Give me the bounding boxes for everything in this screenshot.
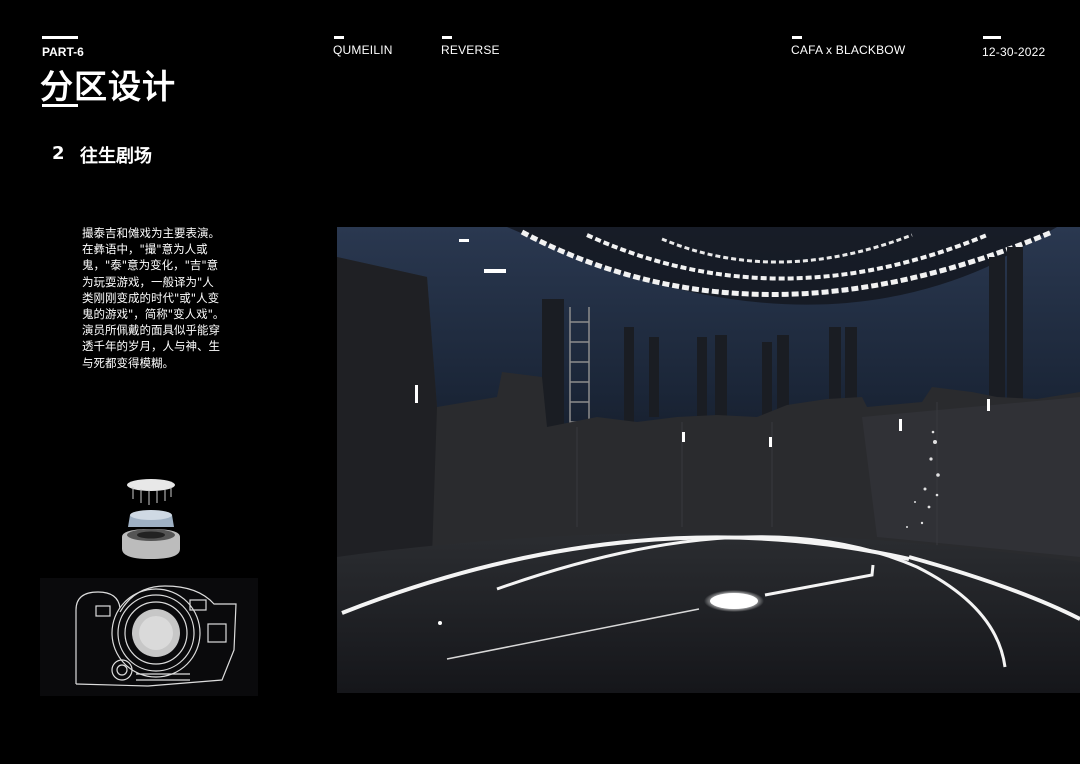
theater-render-image xyxy=(337,227,1080,693)
project-label: REVERSE xyxy=(441,43,500,57)
section-number: 2 xyxy=(52,143,65,164)
theater-render-scene xyxy=(337,227,1080,693)
description-line: 演员所佩戴的面具似乎能穿 xyxy=(82,323,220,338)
description-line: 撮泰吉和傩戏为主要表演。 xyxy=(82,226,220,240)
org-bar xyxy=(792,36,802,39)
description-line: 透千年的岁月，人与神、生 xyxy=(82,339,220,354)
description-line: 鬼，"泰"意为变化，"吉"意 xyxy=(82,258,219,273)
author-label: QUMEILIN xyxy=(333,43,393,57)
part-label: PART-6 xyxy=(42,45,84,59)
exploded-model-image xyxy=(122,479,180,559)
floor-plan-image xyxy=(40,578,258,696)
project-bar xyxy=(442,36,452,39)
author-bar xyxy=(334,36,344,39)
org-label: CAFA x BLACKBOW xyxy=(791,43,906,57)
description-line: 类刚刚变成的时代"或"人变 xyxy=(82,290,220,305)
page-title-underline xyxy=(42,104,78,107)
page-title: 分区设计 xyxy=(40,67,176,106)
date-bar xyxy=(983,36,1001,39)
part-label-bar xyxy=(42,36,78,39)
description-line: 为玩耍游戏，一般译为"人 xyxy=(82,274,214,289)
description-line: 与死都变得模糊。 xyxy=(82,355,174,370)
description-line: 在彝语中，"撮"意为人或 xyxy=(82,242,208,257)
section-title: 往生剧场 xyxy=(80,146,152,167)
date-label: 12-30-2022 xyxy=(982,45,1046,59)
description-text: 撮泰吉和傩戏为主要表演。 在彝语中，"撮"意为人或 鬼，"泰"意为变化，"吉"意… xyxy=(82,225,242,371)
description-line: 鬼的游戏"，简称"变人戏"。 xyxy=(82,307,225,322)
